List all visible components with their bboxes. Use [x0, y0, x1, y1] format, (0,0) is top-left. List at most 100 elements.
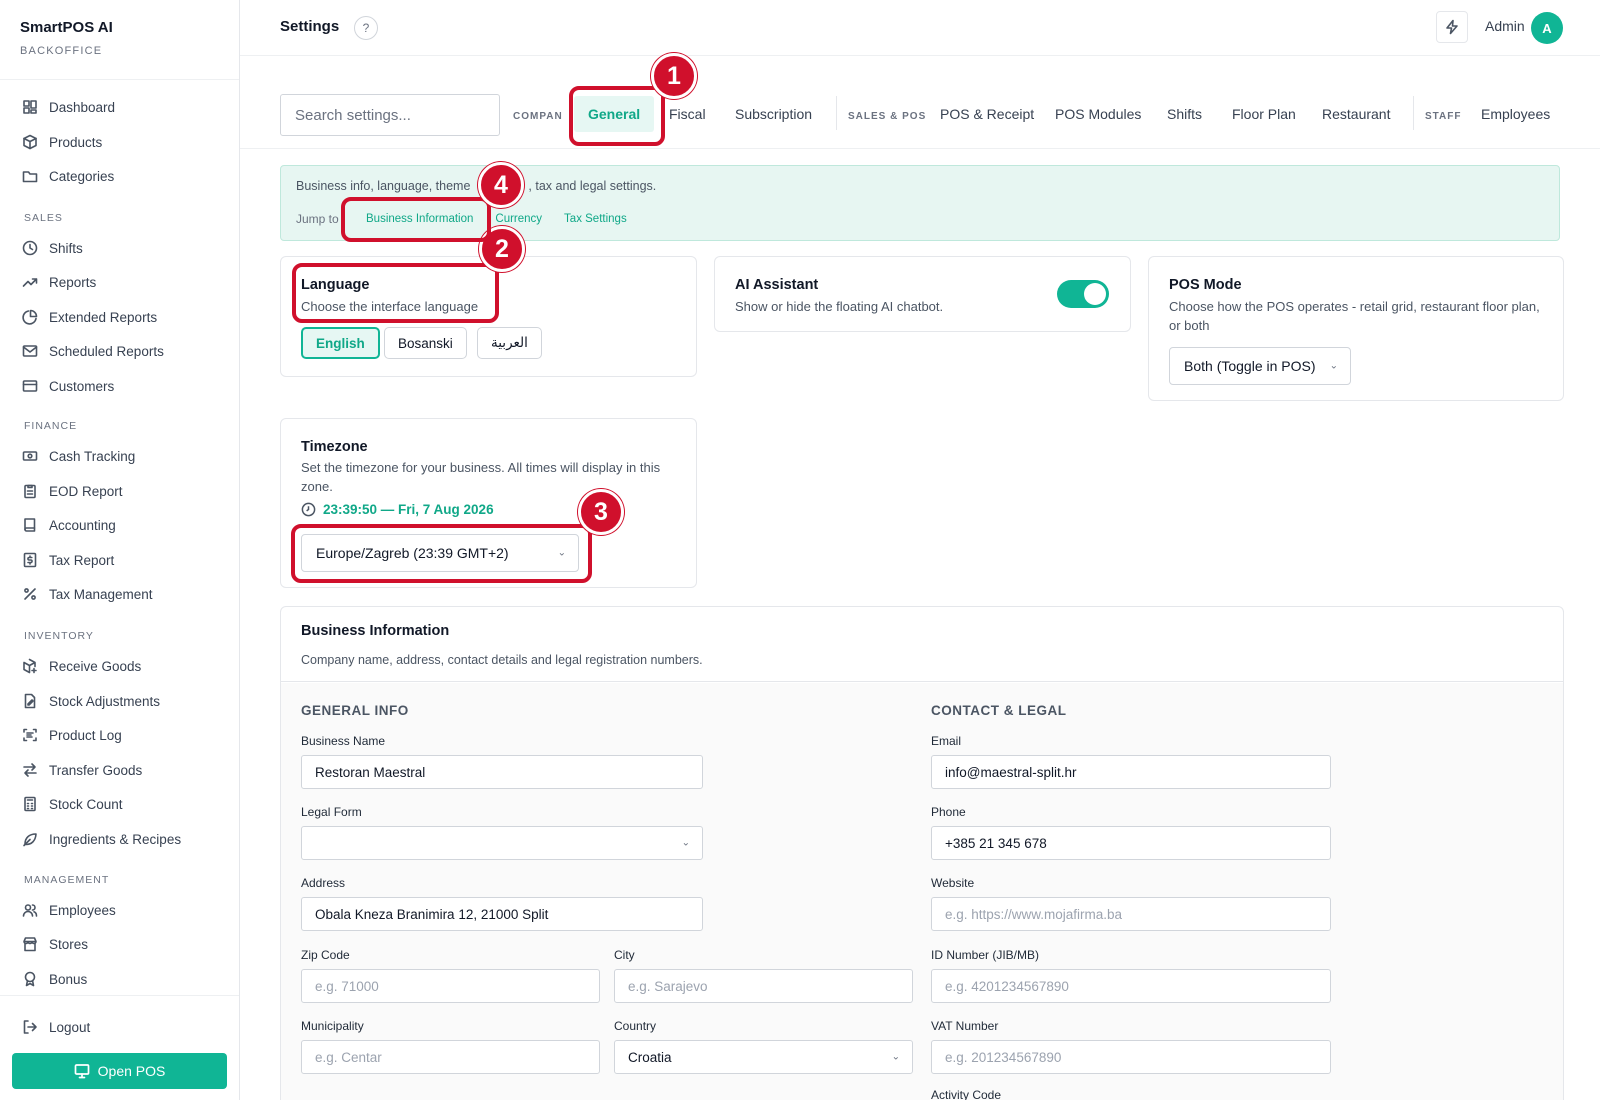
nav-cash-tracking[interactable]: Cash Tracking	[22, 444, 135, 468]
help-icon[interactable]: ?	[354, 16, 378, 40]
nav-dashboard[interactable]: Dashboard	[22, 95, 115, 119]
annotation-badge-1: 1	[651, 53, 697, 99]
nav-bonus[interactable]: Bonus	[22, 967, 87, 991]
nav-employees[interactable]: Employees	[22, 898, 116, 922]
nav-ingredients-recipes[interactable]: Ingredients & Recipes	[22, 827, 181, 851]
timezone-select[interactable]: Europe/Zagreb (23:39 GMT+2) ⌄	[301, 534, 579, 572]
nav-stores[interactable]: Stores	[22, 932, 88, 956]
tab-shifts[interactable]: Shifts	[1167, 106, 1202, 122]
tab-pos-receipt[interactable]: POS & Receipt	[940, 106, 1034, 122]
nav-accounting[interactable]: Accounting	[22, 513, 116, 537]
general-intro-banner: Business info, language, theme , tax and …	[280, 165, 1560, 241]
leaf-icon	[23, 833, 37, 847]
business-information-description: Company name, address, contact details a…	[301, 653, 703, 667]
business-name-label: Business Name	[301, 734, 386, 748]
nav-transfer-goods[interactable]: Transfer Goods	[22, 758, 142, 782]
lightning-icon	[1446, 19, 1458, 35]
legal-form-select[interactable]: ⌄	[301, 826, 703, 860]
tab-restaurant[interactable]: Restaurant	[1322, 106, 1390, 122]
country-value: Croatia	[628, 1049, 672, 1065]
nav-products-label: Products	[49, 134, 103, 150]
id-number-input[interactable]	[931, 969, 1331, 1003]
user-name[interactable]: Admin	[1485, 18, 1525, 34]
dashboard-icon	[23, 100, 37, 114]
tab-general[interactable]: General	[574, 96, 655, 132]
nav-stock-count-label: Stock Count	[49, 796, 123, 812]
settings-tabs: COMPANY General Fiscal Subscription SALE…	[240, 56, 1600, 149]
nav-categories[interactable]: Categories	[22, 164, 114, 188]
nav-receive-goods[interactable]: Receive Goods	[22, 654, 141, 678]
nav-tax-management[interactable]: Tax Management	[22, 582, 153, 606]
business-name-input[interactable]	[301, 755, 703, 789]
chevron-down-icon: ⌄	[891, 1051, 900, 1063]
language-option-bosanski[interactable]: Bosanski	[384, 327, 467, 359]
section-management: MANAGEMENT	[24, 874, 110, 886]
city-input[interactable]	[614, 969, 913, 1003]
pos-mode-select[interactable]: Both (Toggle in POS) ⌄	[1169, 347, 1351, 385]
country-select[interactable]: Croatia ⌄	[614, 1040, 913, 1074]
tab-pos-modules[interactable]: POS Modules	[1055, 106, 1141, 122]
language-title: Language	[301, 277, 370, 293]
box-icon	[23, 134, 37, 150]
settings-search-input[interactable]	[280, 94, 500, 136]
language-card: Language Choose the interface language E…	[280, 256, 697, 377]
tab-group-company: COMPANY	[513, 111, 563, 122]
nav-eod-report[interactable]: EOD Report	[22, 479, 123, 503]
nav-ingredients-recipes-label: Ingredients & Recipes	[49, 831, 182, 847]
language-option-arabic[interactable]: العربية	[477, 327, 542, 359]
ai-assistant-toggle[interactable]	[1057, 280, 1109, 308]
nav-tax-report[interactable]: Tax Report	[22, 548, 114, 572]
avatar[interactable]: A	[1531, 12, 1563, 44]
tab-floor-plan[interactable]: Floor Plan	[1232, 106, 1296, 122]
tab-employees[interactable]: Employees	[1481, 106, 1550, 122]
website-input[interactable]	[931, 897, 1331, 931]
users-icon	[22, 904, 38, 917]
pos-mode-value: Both (Toggle in POS)	[1184, 358, 1316, 374]
nav-logout-label: Logout	[49, 1019, 91, 1035]
nav-logout[interactable]: Logout	[22, 1015, 90, 1039]
clock-icon	[301, 502, 316, 517]
brand-subtitle: BACKOFFICE	[20, 45, 103, 57]
language-option-english[interactable]: English	[301, 327, 380, 359]
jump-currency[interactable]: Currency	[495, 213, 542, 225]
zip-code-label: Zip Code	[301, 948, 350, 962]
language-description: Choose the interface language	[301, 299, 479, 314]
jump-business-information[interactable]: Business Information	[366, 213, 473, 225]
timezone-description: Set the timezone for your business. All …	[301, 460, 661, 494]
timezone-value: Europe/Zagreb (23:39 GMT+2)	[316, 545, 509, 561]
intro-description: Business info, language, theme , tax and …	[296, 179, 656, 193]
general-info-title: GENERAL INFO	[301, 703, 409, 718]
nav-accounting-label: Accounting	[49, 517, 116, 533]
clipboard-icon	[24, 484, 36, 499]
nav-product-log-label: Product Log	[49, 727, 122, 743]
zip-code-input[interactable]	[301, 969, 600, 1003]
email-input[interactable]	[931, 755, 1331, 789]
tab-fiscal[interactable]: Fiscal	[669, 106, 706, 122]
tab-subscription[interactable]: Subscription	[735, 106, 812, 122]
calculator-icon	[24, 796, 36, 812]
nav-reports[interactable]: Reports	[22, 270, 96, 294]
nav-extended-reports[interactable]: Extended Reports	[22, 305, 157, 329]
percent-icon	[24, 588, 36, 600]
nav-scheduled-reports[interactable]: Scheduled Reports	[22, 339, 164, 363]
nav-tax-report-label: Tax Report	[49, 552, 115, 568]
sidebar: SmartPOS AI BACKOFFICE Dashboard Product…	[0, 0, 240, 1100]
phone-input[interactable]	[931, 826, 1331, 860]
country-label: Country	[614, 1019, 657, 1033]
jump-to-links: Jump to Business Information Currency Ta…	[296, 212, 627, 226]
open-pos-button[interactable]: Open POS	[12, 1053, 227, 1089]
address-label: Address	[301, 876, 346, 890]
nav-eod-report-label: EOD Report	[49, 483, 123, 499]
nav-stock-count[interactable]: Stock Count	[22, 792, 123, 816]
nav-products[interactable]: Products	[22, 130, 102, 154]
nav-shifts[interactable]: Shifts	[22, 236, 83, 260]
nav-product-log[interactable]: Product Log	[22, 723, 122, 747]
nav-customers[interactable]: Customers	[22, 374, 114, 398]
municipality-input[interactable]	[301, 1040, 600, 1074]
quick-actions-button[interactable]	[1436, 11, 1468, 43]
website-label: Website	[931, 876, 975, 890]
nav-stock-adjustments[interactable]: Stock Adjustments	[22, 689, 160, 713]
vat-number-input[interactable]	[931, 1040, 1331, 1074]
address-input[interactable]	[301, 897, 703, 931]
jump-tax-settings[interactable]: Tax Settings	[564, 213, 627, 225]
